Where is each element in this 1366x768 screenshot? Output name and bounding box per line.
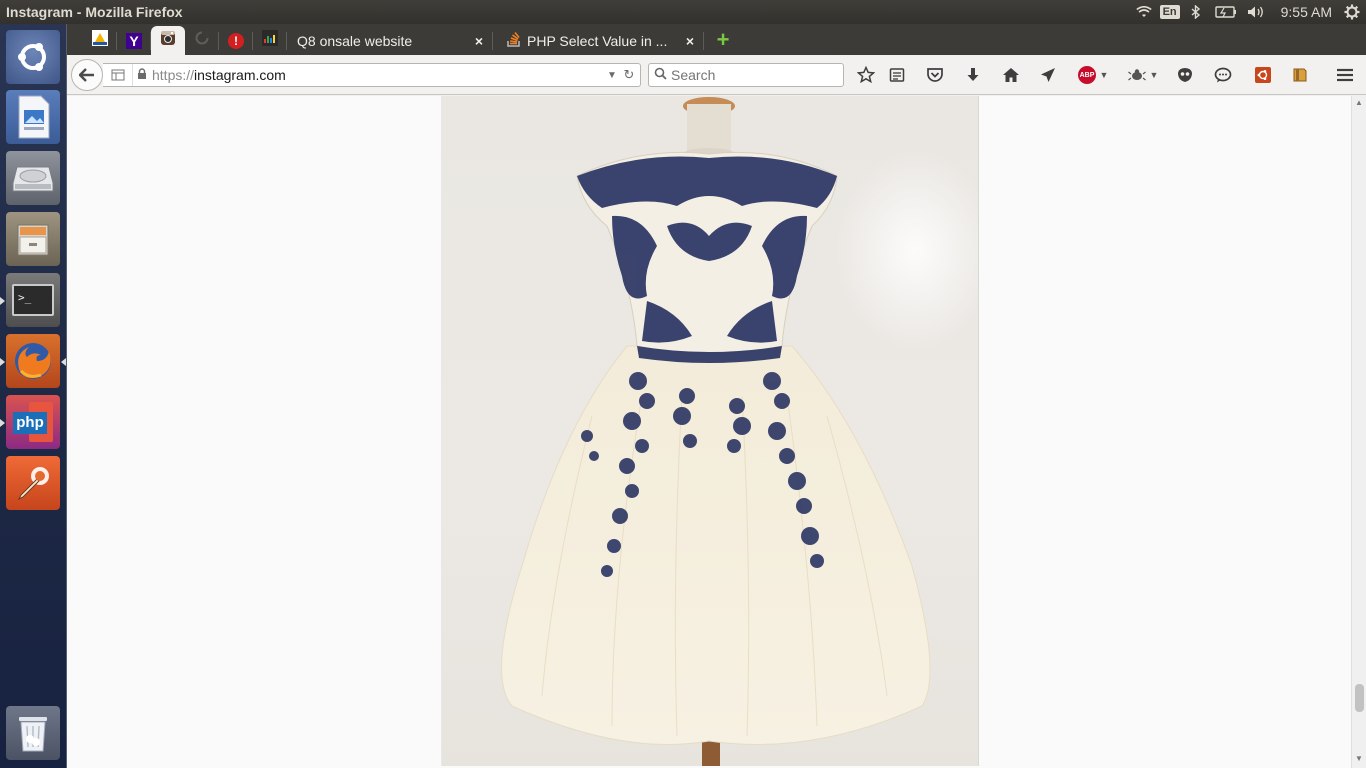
post-photo[interactable] bbox=[441, 96, 979, 766]
adblock-dropdown-icon[interactable]: ▼ bbox=[1097, 63, 1111, 87]
pinned-tab-yahoo[interactable]: Y bbox=[117, 26, 151, 55]
url-bar[interactable]: https:// instagram.com ▼ ↻ bbox=[103, 63, 641, 87]
lace-dress-image bbox=[442, 96, 978, 766]
lock-icon[interactable] bbox=[137, 67, 147, 83]
url-history-dropdown-icon[interactable]: ▼ bbox=[604, 70, 620, 81]
pinned-tab-1[interactable] bbox=[83, 26, 117, 55]
stackoverflow-icon bbox=[507, 31, 521, 50]
url-host: instagram.com bbox=[194, 67, 286, 83]
page-scrollbar[interactable]: ▲ ▼ bbox=[1351, 96, 1366, 768]
firefox-window: Y ! Q8 onsale website × PHP Select Value… bbox=[67, 24, 1366, 768]
pinned-tab-instagram[interactable] bbox=[151, 26, 185, 55]
page-grid-icon bbox=[111, 69, 124, 81]
firefox-icon[interactable] bbox=[0, 334, 66, 388]
phpstorm-label: php bbox=[13, 412, 47, 434]
alert-icon: ! bbox=[228, 32, 244, 49]
window-title: Instagram - Mozilla Firefox bbox=[6, 4, 183, 20]
terminal-prompt: >_ bbox=[12, 284, 54, 316]
yahoo-icon: Y bbox=[126, 32, 142, 49]
bookmark-star-icon[interactable] bbox=[853, 63, 879, 87]
disk-drive-icon[interactable] bbox=[6, 151, 60, 205]
home-icon[interactable] bbox=[998, 63, 1024, 87]
privacy-mask-icon[interactable] bbox=[1172, 63, 1198, 87]
hamburger-menu-icon[interactable] bbox=[1332, 63, 1358, 87]
site-identity-button[interactable] bbox=[103, 64, 133, 86]
scroll-up-icon[interactable]: ▲ bbox=[1355, 98, 1363, 107]
tab-label: Q8 onsale website bbox=[297, 32, 413, 49]
libreoffice-impress-icon[interactable] bbox=[6, 90, 60, 144]
tab-close-icon[interactable]: × bbox=[471, 33, 487, 49]
back-button[interactable] bbox=[71, 59, 103, 91]
tab-label: PHP Select Value in ... bbox=[527, 32, 668, 49]
pinned-tab-analytics[interactable] bbox=[253, 26, 287, 55]
pinned-site-icon bbox=[92, 30, 108, 51]
navigation-toolbar: https:// instagram.com ▼ ↻ Search ABP ▼ … bbox=[67, 55, 1366, 95]
back-arrow-icon bbox=[79, 68, 94, 82]
instagram-icon bbox=[160, 30, 176, 51]
extension-dropdown-icon[interactable]: ▼ bbox=[1147, 63, 1161, 87]
session-gear-icon[interactable] bbox=[1340, 0, 1364, 24]
tab-q8-onsale[interactable]: Q8 onsale website × bbox=[287, 26, 493, 55]
trash-icon[interactable] bbox=[6, 706, 60, 760]
pinned-tab-alert[interactable]: ! bbox=[219, 26, 253, 55]
loading-icon bbox=[194, 30, 210, 51]
downloads-icon[interactable] bbox=[960, 63, 986, 87]
pinned-tab-loading[interactable] bbox=[185, 26, 219, 55]
ubuntu-extension-icon[interactable] bbox=[1250, 63, 1276, 87]
chat-bubble-icon[interactable] bbox=[1210, 63, 1236, 87]
tab-php-select[interactable]: PHP Select Value in ... × bbox=[497, 26, 704, 55]
reload-icon[interactable]: ↻ bbox=[620, 67, 638, 83]
inkscape-pen-icon[interactable] bbox=[6, 456, 60, 510]
scroll-down-icon[interactable]: ▼ bbox=[1355, 754, 1363, 763]
tab-strip: Y ! Q8 onsale website × PHP Select Value… bbox=[67, 24, 1366, 55]
pocket-icon[interactable] bbox=[922, 63, 948, 87]
volume-icon[interactable] bbox=[1241, 0, 1271, 24]
keyboard-layout-indicator[interactable]: En bbox=[1159, 0, 1181, 24]
search-input[interactable] bbox=[671, 67, 831, 83]
file-cabinet-icon[interactable] bbox=[6, 212, 60, 266]
scrollbar-thumb[interactable] bbox=[1355, 684, 1364, 712]
tab-close-icon[interactable]: × bbox=[682, 33, 698, 49]
analytics-icon bbox=[262, 30, 278, 51]
battery-icon[interactable] bbox=[1211, 0, 1241, 24]
send-tab-icon[interactable] bbox=[1035, 63, 1061, 87]
new-tab-icon[interactable]: + bbox=[712, 29, 734, 51]
unity-launcher: >_ php bbox=[0, 24, 67, 768]
reading-list-icon[interactable] bbox=[884, 63, 910, 87]
top-panel: Instagram - Mozilla Firefox En 9:55 AM bbox=[0, 0, 1366, 24]
notes-extension-icon[interactable] bbox=[1287, 63, 1313, 87]
system-indicators: En 9:55 AM bbox=[1129, 0, 1366, 24]
ubuntu-dash-icon[interactable] bbox=[6, 30, 60, 84]
bluetooth-icon[interactable] bbox=[1181, 0, 1211, 24]
terminal-icon[interactable]: >_ bbox=[0, 273, 60, 327]
search-bar[interactable] bbox=[648, 63, 844, 87]
phpstorm-icon[interactable]: php bbox=[0, 395, 60, 449]
url-scheme: https:// bbox=[152, 67, 195, 83]
page-content: ▲ ▼ bbox=[67, 96, 1366, 768]
clock[interactable]: 9:55 AM bbox=[1271, 4, 1340, 20]
keyboard-layout-label: En bbox=[1159, 5, 1180, 19]
search-icon bbox=[649, 67, 671, 83]
wifi-icon[interactable] bbox=[1129, 0, 1159, 24]
adblock-plus-icon: ABP bbox=[1078, 66, 1096, 84]
